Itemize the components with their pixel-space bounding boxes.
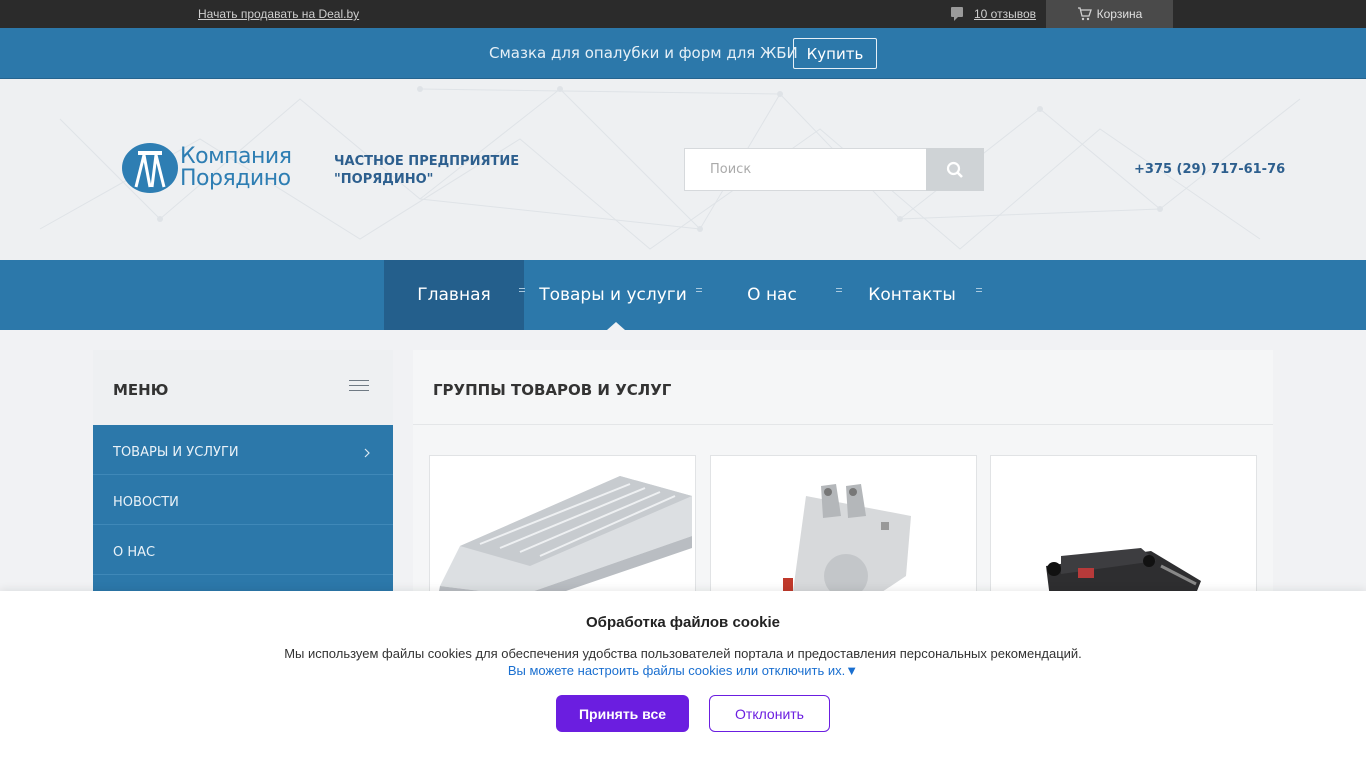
sidebar-item-label: НОВОСТИ [113, 495, 179, 510]
sidebar-item-news[interactable]: НОВОСТИ [93, 475, 393, 525]
menu-header: МЕНЮ [93, 350, 393, 425]
main-nav: Главная Товары и услуги О нас Контакты [0, 260, 1366, 330]
reviews-link[interactable]: 10 отзывов [950, 6, 1036, 22]
cookie-title: Обработка файлов cookie [586, 614, 780, 631]
company-logo[interactable]: Компания Порядино [122, 143, 292, 193]
sidebar-item-about[interactable]: О НАС [93, 525, 393, 575]
promo-bar: Смазка для опалубки и форм для ЖБИ Купит… [0, 28, 1366, 79]
top-bar: Начать продавать на Deal.by 10 отзывов К… [0, 0, 1366, 28]
menu-title: МЕНЮ [113, 381, 169, 399]
start-selling-link[interactable]: Начать продавать на Deal.by [198, 7, 359, 21]
active-nav-pointer [607, 322, 625, 330]
nav-item-products[interactable]: Товары и услуги [524, 260, 702, 330]
logo-line-2: Порядино [180, 166, 291, 191]
cart-button[interactable]: Корзина [1046, 0, 1173, 28]
promo-text: Смазка для опалубки и форм для ЖБИ [489, 44, 798, 62]
quick-coupler-image [1046, 548, 1201, 604]
bucket-image [783, 484, 911, 604]
cart-icon [1077, 7, 1092, 21]
nav-item-home[interactable]: Главная [384, 260, 524, 330]
chevron-right-icon [364, 448, 370, 458]
reviews-count: 10 отзывов [974, 7, 1037, 21]
product-card[interactable] [429, 455, 696, 605]
cookie-settings-link[interactable]: Вы можете настроить файлы cookies или от… [0, 663, 1366, 678]
derrick-icon [134, 151, 166, 188]
search-box: Поиск [684, 148, 984, 191]
sidebar-item-products[interactable]: ТОВАРЫ И УСЛУГИ [93, 425, 393, 475]
product-card[interactable] [710, 455, 977, 605]
nav-separator [976, 288, 982, 294]
ramp-image [438, 476, 692, 604]
logo-emblem [122, 143, 178, 193]
sidebar-item-label: О НАС [113, 545, 156, 560]
logo-text: Компания Порядино [180, 144, 292, 191]
search-button[interactable] [926, 148, 984, 191]
section-divider [413, 424, 1273, 425]
sidebar-item-label: ТОВАРЫ И УСЛУГИ [113, 445, 239, 460]
cart-label: Корзина [1096, 7, 1143, 21]
product-groups-panel: ГРУППЫ ТОВАРОВ И УСЛУГ [413, 350, 1273, 610]
cookie-banner: Обработка файлов cookie Мы используем фа… [0, 591, 1366, 768]
logo-line-1: Компания [180, 144, 292, 169]
buy-button[interactable]: Купить [793, 38, 877, 69]
product-card[interactable] [990, 455, 1257, 605]
nav-item-contacts[interactable]: Контакты [842, 260, 982, 330]
comment-icon [951, 7, 963, 21]
search-input[interactable]: Поиск [684, 148, 927, 191]
accept-all-button[interactable]: Принять все [556, 695, 689, 732]
search-icon [946, 161, 963, 178]
hamburger-icon[interactable] [349, 380, 369, 395]
decline-button[interactable]: Отклонить [709, 695, 830, 732]
sidebar-menu: МЕНЮ ТОВАРЫ И УСЛУГИ НОВОСТИ О НАС [93, 350, 393, 625]
tagline-line-2: "ПОРЯДИНО" [334, 172, 434, 187]
nav-item-about[interactable]: О нас [702, 260, 842, 330]
phone-number[interactable]: +375 (29) 717-61-76 [1134, 162, 1285, 177]
section-title: ГРУППЫ ТОВАРОВ И УСЛУГ [433, 381, 672, 399]
site-header: Компания Порядино ЧАСТНОЕ ПРЕДПРИЯТИЕ "П… [0, 79, 1366, 260]
company-tagline: ЧАСТНОЕ ПРЕДПРИЯТИЕ "ПОРЯДИНО" [334, 153, 519, 189]
tagline-line-1: ЧАСТНОЕ ПРЕДПРИЯТИЕ [334, 154, 520, 169]
cookie-description: Мы используем файлы cookies для обеспече… [284, 646, 1082, 661]
